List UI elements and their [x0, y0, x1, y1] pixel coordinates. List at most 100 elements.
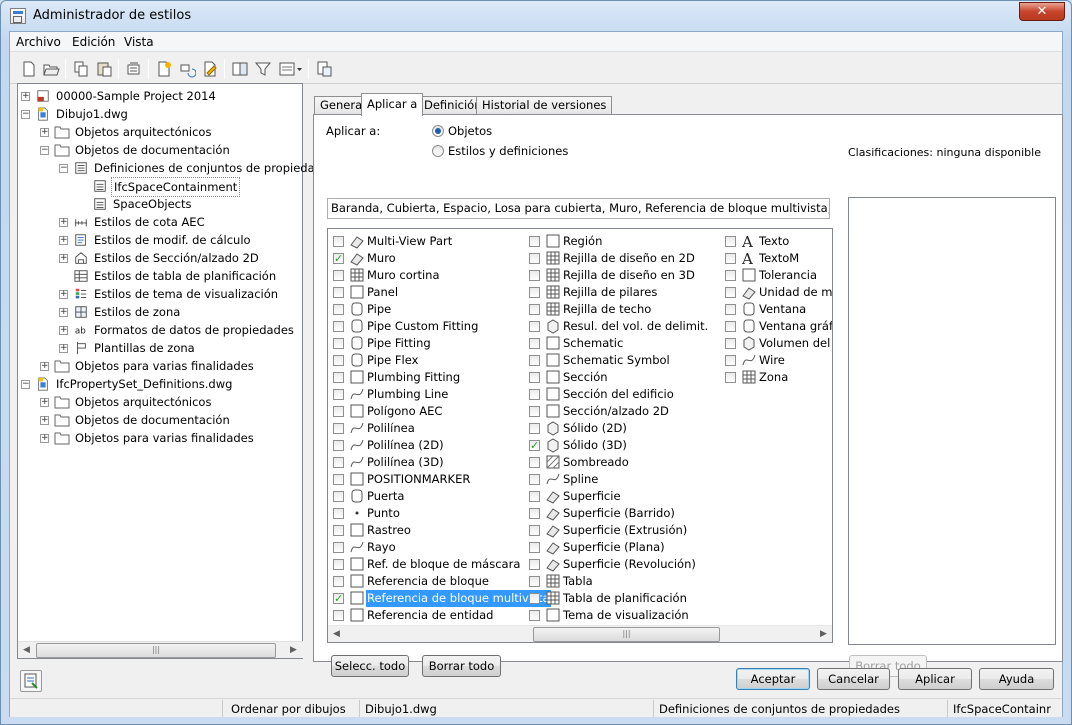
tab-historial-de-versiones[interactable]: Historial de versiones [476, 96, 613, 115]
object-checkbox[interactable] [333, 559, 344, 570]
object-checkbox[interactable] [333, 338, 344, 349]
close-button[interactable]: ✕ [1019, 2, 1065, 21]
set-from-icon[interactable] [178, 60, 197, 78]
classifications-list[interactable] [848, 197, 1056, 645]
edit-style-icon[interactable] [201, 60, 219, 78]
scroll-right-arrow-icon[interactable]: ▶ [285, 642, 302, 659]
new-drawing-icon[interactable] [20, 60, 38, 78]
object-checkbox[interactable] [333, 610, 344, 621]
object-checkbox[interactable] [529, 474, 540, 485]
object-checkbox[interactable] [333, 321, 344, 332]
menu-archivo[interactable]: Archivo [16, 35, 61, 49]
object-checkbox[interactable] [333, 474, 344, 485]
object-checkbox[interactable] [333, 236, 344, 247]
expand-icon[interactable]: + [59, 308, 68, 317]
object-checkbox[interactable] [529, 253, 540, 264]
object-checkbox[interactable] [529, 406, 540, 417]
object-checkbox[interactable] [333, 440, 344, 451]
object-checkbox[interactable] [333, 491, 344, 502]
expand-icon[interactable]: + [40, 128, 49, 137]
object-checkbox[interactable] [529, 236, 540, 247]
expand-icon[interactable]: + [59, 236, 68, 245]
object-checkbox[interactable] [529, 559, 540, 570]
object-checkbox[interactable]: ✓ [333, 253, 344, 264]
paste-icon[interactable] [95, 60, 113, 78]
external-reference-icon[interactable] [315, 60, 333, 78]
expand-icon[interactable]: + [40, 416, 49, 425]
object-checkbox[interactable] [529, 287, 540, 298]
expand-icon[interactable]: + [59, 218, 68, 227]
styles-definitions-radio-label[interactable]: Estilos y definiciones [448, 144, 568, 158]
object-checkbox[interactable] [529, 525, 540, 536]
expand-icon[interactable]: + [40, 434, 49, 443]
object-checkbox[interactable] [333, 457, 344, 468]
object-checkbox[interactable] [529, 304, 540, 315]
drawing-tree[interactable]: +00000-Sample Project 2014 − Dibujo1.dwg + O… [17, 83, 335, 659]
expand-icon[interactable]: + [21, 92, 30, 101]
help-button[interactable]: Ayuda [979, 668, 1054, 690]
menu-edicion[interactable]: Edición [72, 35, 115, 49]
purge-icon[interactable] [125, 60, 143, 78]
object-checkbox[interactable] [529, 542, 540, 553]
expand-icon[interactable]: + [40, 398, 49, 407]
collapse-icon[interactable]: − [40, 146, 49, 155]
object-checkbox[interactable] [529, 270, 540, 281]
title-bar[interactable]: Administrador de estilos ✕ [1, 1, 1071, 31]
object-checkbox[interactable] [333, 372, 344, 383]
object-checkbox[interactable] [333, 304, 344, 315]
object-checkbox[interactable] [725, 287, 736, 298]
object-checkbox[interactable] [725, 355, 736, 366]
copy-icon[interactable] [72, 60, 90, 78]
object-checkbox[interactable] [333, 355, 344, 366]
menu-vista[interactable]: Vista [124, 35, 154, 49]
object-checkbox[interactable] [725, 372, 736, 383]
object-list-horizontal-scrollbar[interactable]: ◀ ||| ▶ [328, 625, 832, 642]
accept-button[interactable]: Aceptar [736, 668, 810, 690]
object-checkbox[interactable] [529, 610, 540, 621]
object-checkbox[interactable] [725, 253, 736, 264]
objects-radio[interactable] [432, 125, 444, 137]
object-checkbox[interactable] [333, 406, 344, 417]
styles-definitions-radio[interactable] [432, 145, 444, 157]
objects-radio-label[interactable]: Objetos [448, 124, 492, 138]
object-checkbox[interactable]: ✓ [529, 440, 540, 451]
expand-icon[interactable]: + [40, 362, 49, 371]
scroll-thumb[interactable]: ||| [533, 627, 720, 642]
object-checkbox[interactable]: ✓ [333, 593, 344, 604]
style-manager-help-icon[interactable] [20, 670, 42, 692]
object-checkbox[interactable] [725, 338, 736, 349]
scroll-left-arrow-icon[interactable]: ◀ [328, 626, 345, 642]
scroll-thumb[interactable]: ||| [36, 643, 276, 658]
tree-horizontal-scrollbar[interactable]: ◀ ||| ▶ [18, 641, 303, 658]
object-checkbox[interactable] [529, 423, 540, 434]
scroll-left-arrow-icon[interactable]: ◀ [18, 642, 35, 659]
collapse-icon[interactable]: − [21, 110, 30, 119]
object-checkbox[interactable] [333, 270, 344, 281]
object-checkbox[interactable] [529, 593, 540, 604]
view-options-dropdown-icon[interactable] [278, 60, 304, 78]
collapse-icon[interactable]: − [59, 164, 68, 173]
scroll-right-arrow-icon[interactable]: ▶ [815, 626, 832, 642]
object-checkbox[interactable] [333, 287, 344, 298]
object-checkbox[interactable] [333, 508, 344, 519]
collapse-icon[interactable]: − [21, 380, 30, 389]
object-checkbox[interactable] [529, 491, 540, 502]
object-checkbox[interactable] [725, 236, 736, 247]
object-checkbox[interactable] [529, 457, 540, 468]
object-checkbox[interactable] [529, 355, 540, 366]
open-drawing-icon[interactable] [42, 60, 60, 78]
clear-all-button[interactable]: Borrar todo [422, 655, 501, 677]
object-checkbox[interactable] [333, 542, 344, 553]
object-checkbox[interactable] [529, 389, 540, 400]
object-checkbox[interactable] [529, 372, 540, 383]
cancel-button[interactable]: Cancelar [817, 668, 890, 690]
toggle-view-icon[interactable] [231, 60, 249, 78]
object-checkbox[interactable] [333, 423, 344, 434]
object-checkbox[interactable] [529, 338, 540, 349]
object-checkbox[interactable] [333, 389, 344, 400]
object-checkbox[interactable] [725, 304, 736, 315]
object-checkbox[interactable] [529, 508, 540, 519]
expand-icon[interactable]: + [59, 254, 68, 263]
object-checkbox[interactable] [725, 321, 736, 332]
object-checkbox[interactable] [529, 576, 540, 587]
